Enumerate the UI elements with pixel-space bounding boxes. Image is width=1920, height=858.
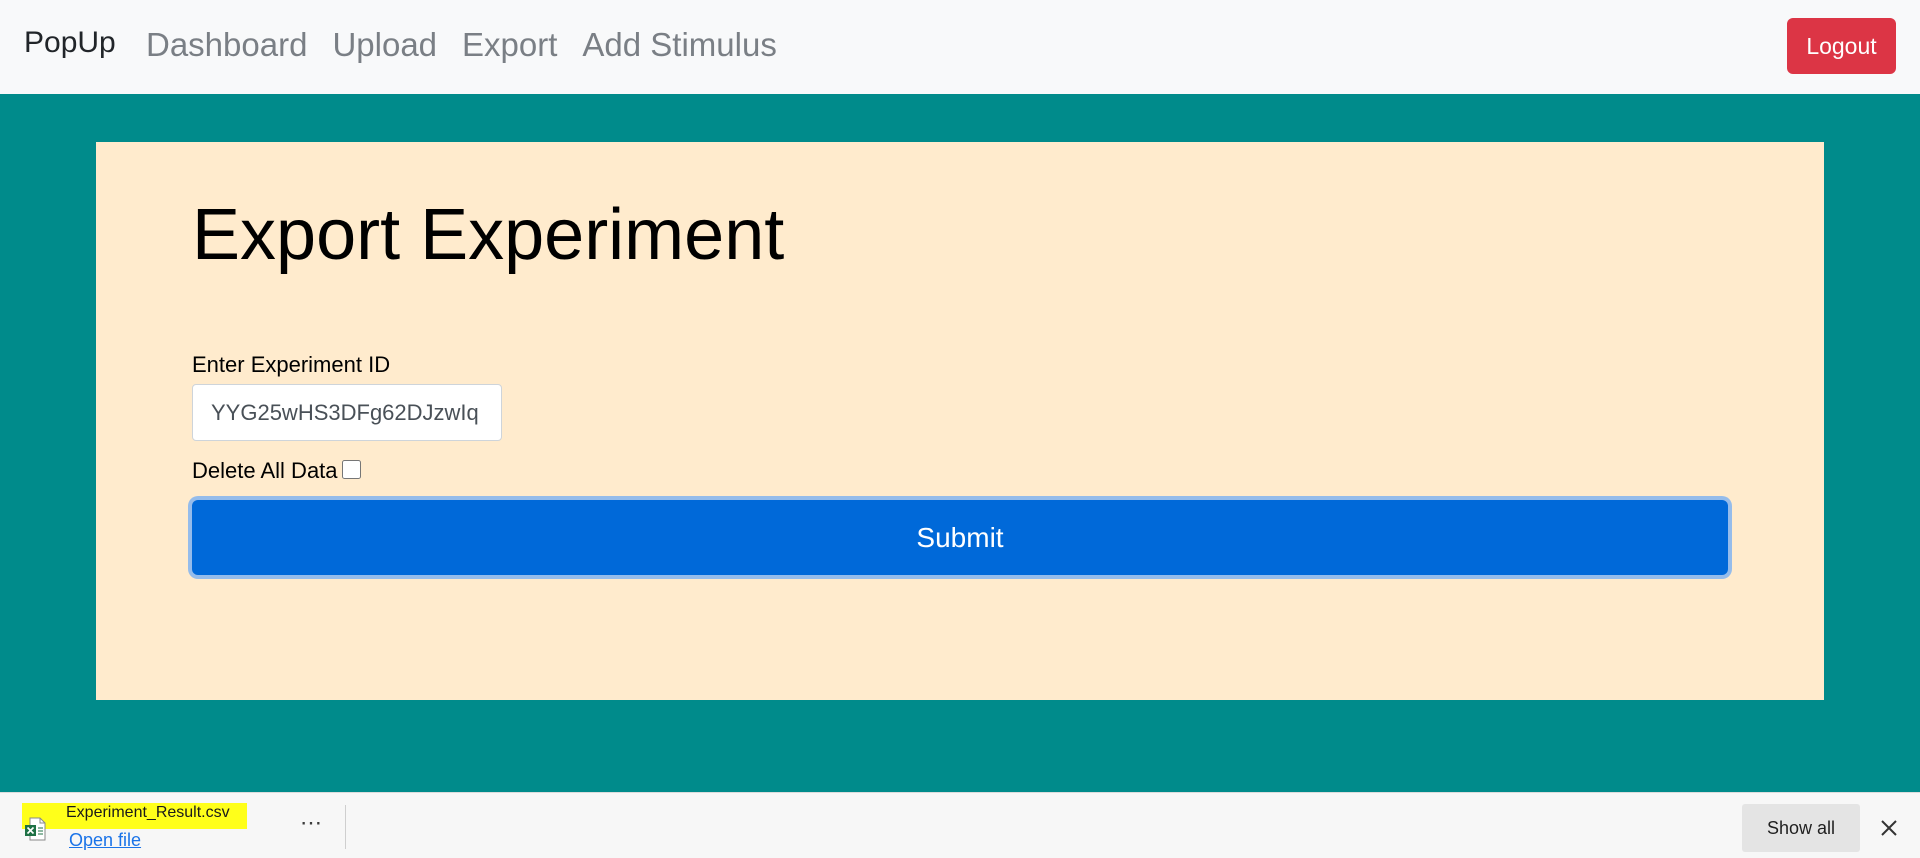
experiment-id-input[interactable] xyxy=(192,384,502,441)
download-file-name[interactable]: Experiment_Result.csv xyxy=(66,804,230,822)
delete-all-label: Delete All Data xyxy=(192,458,338,483)
show-all-button[interactable]: Show all xyxy=(1742,804,1860,852)
close-icon[interactable] xyxy=(1878,817,1900,839)
excel-file-icon xyxy=(25,817,46,841)
nav-link-upload[interactable]: Upload xyxy=(332,26,437,64)
nav-link-dashboard[interactable]: Dashboard xyxy=(146,26,307,64)
logout-button[interactable]: Logout xyxy=(1787,18,1896,74)
page-title: Export Experiment xyxy=(192,195,785,275)
nav-link-add-stimulus[interactable]: Add Stimulus xyxy=(582,26,776,64)
nav-link-export[interactable]: Export xyxy=(462,26,557,64)
top-navbar: PopUp Dashboard Upload Export Add Stimul… xyxy=(0,0,1920,94)
download-bar: Experiment_Result.csv Open file ⋯ Show a… xyxy=(0,792,1920,858)
delete-all-checkbox[interactable] xyxy=(341,459,361,479)
more-options-button[interactable]: ⋯ xyxy=(296,811,326,841)
experiment-id-label: Enter Experiment ID xyxy=(192,352,391,377)
open-file-link[interactable]: Open file xyxy=(69,830,141,851)
export-panel: Export Experiment Enter Experiment ID De… xyxy=(96,142,1824,700)
delete-all-row: Delete All Data xyxy=(192,458,361,484)
submit-button[interactable]: Submit xyxy=(192,500,1728,575)
brand-link[interactable]: PopUp xyxy=(24,26,116,60)
nav-links: Dashboard Upload Export Add Stimulus xyxy=(146,26,802,64)
download-divider xyxy=(345,805,346,849)
